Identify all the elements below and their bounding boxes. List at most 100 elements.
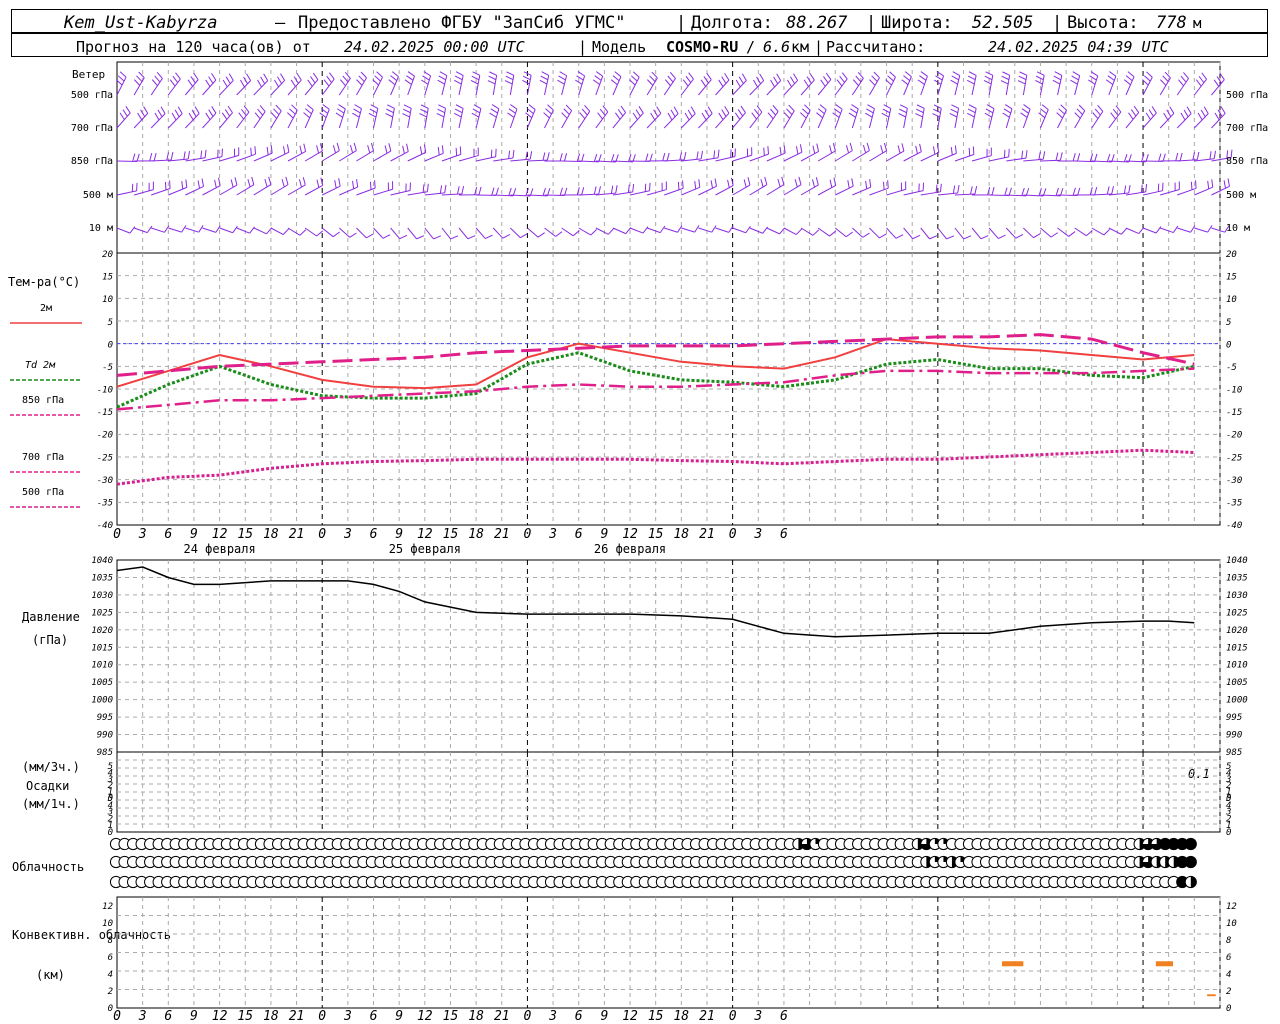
wind-barb-feather	[747, 177, 751, 186]
wind-barb-feather	[198, 225, 204, 233]
wind-barb-feather	[1035, 80, 1043, 85]
wind-barb-feather	[806, 76, 812, 84]
x-tick-label: 6	[164, 1009, 172, 1024]
wind-barb-feather	[1001, 75, 1010, 81]
wind-barb-feather	[356, 179, 359, 188]
wind-barb-feather	[698, 179, 701, 188]
wind-barb-feather	[598, 186, 601, 195]
wind-barb-feather	[787, 79, 793, 88]
wind-barb	[715, 227, 729, 233]
wind-level-label-left: 500 гПа	[71, 90, 113, 101]
wind-barb-feather	[564, 187, 568, 196]
wind-barb-feather	[564, 153, 568, 162]
wind-barb-feather	[450, 235, 459, 240]
wind-barb-feather	[444, 184, 447, 193]
wind-barb-feather	[268, 176, 272, 185]
y-tick-label-left: -35	[97, 498, 113, 508]
wind-barb	[954, 227, 965, 240]
wind-barb-feather	[904, 71, 912, 77]
wind-barb-feather	[1015, 233, 1024, 239]
wind-barb-feather	[812, 145, 816, 154]
wind-barb-feather	[865, 180, 868, 189]
date-label: 25 февраля	[389, 542, 461, 556]
x-tick-label: 9	[190, 1009, 198, 1024]
wind-barb-feather	[614, 71, 622, 78]
wind-barb-feather	[677, 181, 680, 190]
wind-barb	[903, 190, 924, 196]
wind-barb-feather	[673, 106, 679, 114]
wind-barb-feather	[1042, 151, 1046, 160]
convective-title: Конвективн. облачность	[12, 928, 171, 942]
wind-barb-feather	[542, 152, 546, 161]
wind-barb-feather	[690, 106, 696, 114]
wind-barb-feather	[839, 75, 845, 83]
wind-barb	[544, 227, 556, 237]
wind-barb	[475, 227, 486, 239]
wind-barb-feather	[154, 112, 160, 121]
wind-barb-feather	[986, 104, 995, 110]
wind-barb-feather	[541, 71, 549, 76]
wind-barb	[202, 227, 216, 233]
wind-barb	[869, 150, 887, 162]
wind-barb-feather	[929, 235, 938, 240]
wind-barb-feather	[832, 112, 840, 118]
wind-barb-feather	[845, 145, 850, 154]
wind-barb	[236, 227, 250, 234]
precip-unit-top: (мм/3ч.)	[22, 760, 80, 774]
wind-barb-feather	[183, 151, 186, 160]
wind-barb	[1074, 227, 1087, 237]
x-tick-label: 0	[524, 527, 532, 542]
date-label: 24 февраля	[183, 542, 255, 556]
wind-barb-feather	[495, 187, 499, 196]
wind-barb-feather	[1070, 79, 1078, 85]
wind-barb-feather	[385, 113, 393, 118]
wind-barb	[116, 76, 127, 96]
wind-barb	[971, 227, 982, 240]
wind-barb	[578, 227, 592, 236]
sep-3: |	[1052, 13, 1062, 33]
wind-barb-feather	[372, 79, 379, 86]
wind-barb-feather	[576, 75, 584, 81]
wind-barb-feather	[1133, 105, 1140, 113]
wind-barb	[766, 227, 780, 235]
wind-barb-feather	[764, 176, 768, 185]
wind-barb-feather	[951, 75, 959, 81]
y-tick-label-left: 1005	[91, 678, 113, 688]
wind-barb	[578, 160, 599, 163]
wind-barb	[629, 76, 640, 96]
sep-5: |	[814, 38, 823, 56]
wind-barb-feather	[659, 225, 666, 233]
wind-barb-feather	[437, 147, 440, 156]
wind-barb-feather	[1227, 178, 1230, 187]
wind-barb-feather	[457, 186, 460, 195]
wind-barb	[253, 184, 272, 196]
y-tick-label-right: 10	[1226, 295, 1237, 305]
wind-barb-feather	[763, 147, 765, 156]
x-tick-label: 12	[417, 1009, 433, 1024]
wind-barb-feather	[798, 176, 802, 185]
lon-label: Долгота:	[691, 13, 773, 33]
wind-barb-feather	[406, 143, 409, 152]
wind-barb-feather	[420, 108, 428, 114]
wind-barb-feather	[225, 76, 231, 84]
wind-barb-feather	[845, 231, 853, 238]
wind-barb-feather	[713, 150, 716, 159]
wind-barb	[817, 185, 836, 196]
wind-barb-feather	[612, 75, 620, 82]
wind-barb-feather	[298, 179, 302, 188]
wind-barb-feather	[293, 76, 299, 84]
wind-barb-feather	[388, 143, 392, 152]
wind-barb-feather	[711, 225, 717, 233]
wind-barb	[1193, 78, 1207, 96]
wind-barb-feather	[1021, 108, 1029, 114]
wind-barb-feather	[610, 79, 618, 86]
wind-barb-feather	[1220, 106, 1226, 114]
wind-barb-feather	[1164, 71, 1171, 79]
wind-barb-feather	[1077, 153, 1081, 162]
wind-barb-feather	[809, 73, 815, 81]
wind-barb-feather	[781, 176, 785, 185]
wind-barb-feather	[1179, 152, 1183, 161]
wind-barb-feather	[332, 231, 340, 238]
wind-barb	[971, 155, 992, 162]
wind-barb-feather	[899, 108, 907, 114]
